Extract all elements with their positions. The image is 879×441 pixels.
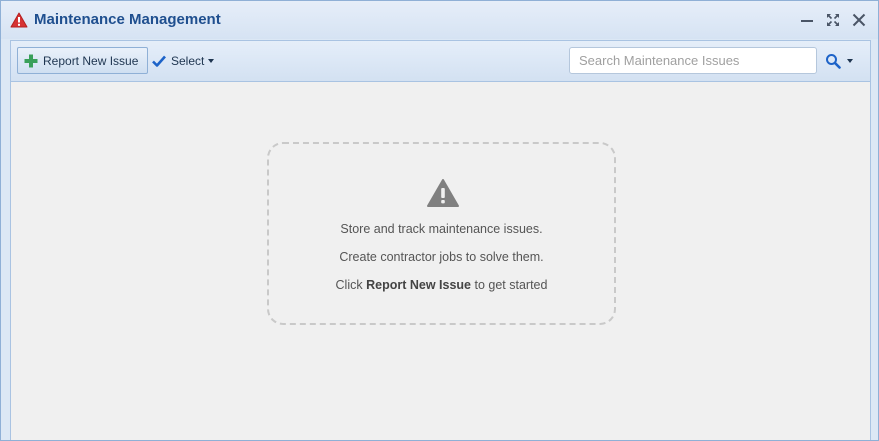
window-title: Maintenance Management <box>34 11 221 28</box>
maintenance-window: Maintenance Management Report New Issue <box>0 0 879 441</box>
maximize-icon <box>827 14 839 26</box>
title-bar: Maintenance Management <box>1 1 878 39</box>
chevron-down-icon <box>208 59 215 63</box>
search-input[interactable] <box>569 47 817 74</box>
warning-triangle-icon <box>10 12 28 28</box>
close-icon <box>852 13 866 27</box>
report-new-issue-label: Report New Issue <box>43 53 139 68</box>
empty-state-line-2: Create contractor jobs to solve them. <box>339 250 544 264</box>
checkmark-icon <box>152 55 166 67</box>
search-button[interactable] <box>825 47 853 74</box>
empty-state-line-3-prefix: Click <box>335 278 363 292</box>
empty-state-line-3: Click Report New Issue to get started <box>269 278 614 292</box>
empty-state-report-link: Report New Issue <box>366 278 471 292</box>
minimize-icon <box>801 20 813 22</box>
chevron-down-icon[interactable] <box>847 59 853 63</box>
toolbar: Report New Issue Select <box>10 40 871 82</box>
empty-state-panel: Store and track maintenance issues. Crea… <box>267 142 616 325</box>
select-label: Select <box>171 53 205 68</box>
report-new-issue-button[interactable]: Report New Issue <box>17 47 149 74</box>
select-dropdown-button[interactable]: Select <box>148 47 218 74</box>
empty-state-line-3-suffix: to get started <box>474 278 548 292</box>
plus-icon <box>24 54 38 67</box>
maximize-button[interactable] <box>823 10 843 30</box>
empty-state-line-1: Store and track maintenance issues. <box>340 222 543 236</box>
search-icon <box>826 53 841 69</box>
minimize-button[interactable] <box>797 10 817 30</box>
warning-triangle-icon <box>427 179 459 207</box>
close-button[interactable] <box>849 10 869 30</box>
main-content: Store and track maintenance issues. Crea… <box>10 82 871 440</box>
